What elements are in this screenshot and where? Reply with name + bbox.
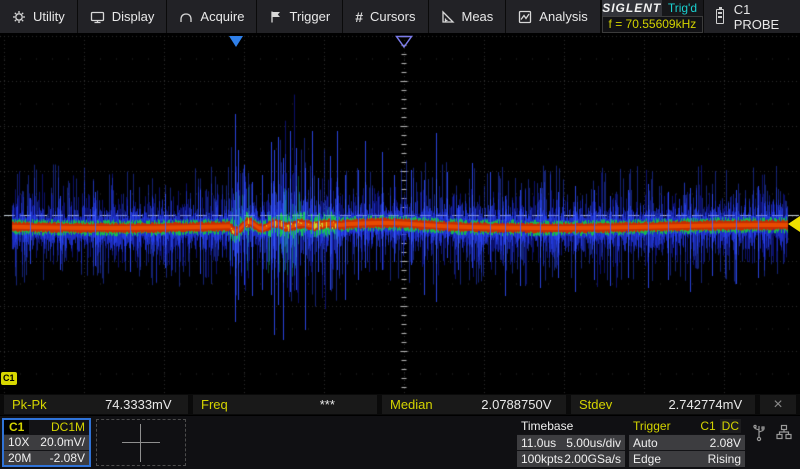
gear-icon bbox=[12, 10, 26, 24]
timebase-points: 100kpts bbox=[521, 452, 563, 466]
menu-trigger-label: Trigger bbox=[289, 9, 330, 24]
menu-analysis-label: Analysis bbox=[539, 9, 587, 24]
menu-analysis[interactable]: Analysis bbox=[506, 0, 600, 33]
timebase-panel[interactable]: Timebase 11.0us 5.00us/div 100kpts 2.00G… bbox=[517, 418, 625, 467]
menu-display[interactable]: Display bbox=[78, 0, 168, 33]
menu-cursors-label: Cursors bbox=[370, 9, 416, 24]
timebase-delay: 11.0us bbox=[521, 436, 556, 450]
channel1-panel[interactable]: C1 DC1M 10X 20.0mV/ 20M -2.08V bbox=[2, 418, 91, 467]
waveform-display[interactable] bbox=[0, 33, 800, 395]
plus-icon bbox=[122, 424, 160, 462]
timebase-scale: 5.00us/div bbox=[566, 436, 621, 450]
timebase-title: Timebase bbox=[521, 419, 573, 433]
channel-name: C1 bbox=[4, 420, 29, 434]
oscilloscope-screen: Utility Display Acquire Trigger # Cursor… bbox=[0, 0, 800, 469]
trigger-position-marker[interactable] bbox=[229, 36, 243, 47]
measurement-pkpk[interactable]: Pk-Pk 74.3333mV bbox=[4, 395, 188, 414]
menu-acquire-label: Acquire bbox=[200, 9, 244, 24]
flag-icon bbox=[269, 10, 282, 24]
measurement-stdev[interactable]: Stdev 2.742774mV bbox=[571, 395, 755, 414]
bottom-status-bar: C1 DC1M 10X 20.0mV/ 20M -2.08V Timebase … bbox=[0, 416, 800, 469]
top-menu-bar: Utility Display Acquire Trigger # Cursor… bbox=[0, 0, 800, 33]
measurement-label: Median bbox=[382, 395, 467, 414]
trigger-panel[interactable]: Trigger C1 DC Auto 2.08V Edge Rising bbox=[629, 418, 745, 467]
battery-icon bbox=[716, 9, 724, 24]
lan-icon[interactable] bbox=[776, 424, 792, 440]
measurement-value: 2.0788750V bbox=[467, 395, 566, 414]
trigger-coupling: DC bbox=[720, 419, 741, 433]
add-channel-button[interactable] bbox=[96, 419, 186, 466]
probe-menu[interactable]: C1 PROBE bbox=[703, 0, 800, 33]
menu-utility-label: Utility bbox=[33, 9, 65, 24]
trigger-level: 2.08V bbox=[710, 436, 741, 450]
acquire-icon bbox=[179, 10, 193, 24]
channel-offset-marker[interactable]: C1 bbox=[1, 372, 17, 385]
timebase-sample-rate: 2.00GSa/s bbox=[564, 452, 621, 466]
channel-attenuation: 10X bbox=[8, 435, 29, 449]
menu-trigger[interactable]: Trigger bbox=[257, 0, 343, 33]
measurement-value: 74.3333mV bbox=[89, 395, 188, 414]
menu-meas[interactable]: Meas bbox=[429, 0, 507, 33]
menu-meas-label: Meas bbox=[462, 9, 494, 24]
channel-coupling: DC1M bbox=[51, 420, 89, 434]
close-measurements-button[interactable]: × bbox=[760, 395, 796, 414]
cursors-icon: # bbox=[355, 9, 363, 25]
usb-icon[interactable] bbox=[752, 424, 766, 442]
trigger-type: Edge bbox=[633, 452, 661, 466]
measurement-freq[interactable]: Freq *** bbox=[193, 395, 377, 414]
siglent-logo: SIGLENT bbox=[602, 0, 662, 16]
measurement-label: Freq bbox=[193, 395, 278, 414]
analysis-icon bbox=[518, 10, 532, 24]
menu-cursors[interactable]: # Cursors bbox=[343, 0, 428, 33]
trigger-source: C1 bbox=[700, 419, 715, 433]
measurement-bar: Pk-Pk 74.3333mV Freq *** Median 2.078875… bbox=[0, 394, 800, 415]
channel-volts-div: 20.0mV/ bbox=[40, 435, 85, 449]
close-icon: × bbox=[773, 396, 782, 414]
menu-acquire[interactable]: Acquire bbox=[167, 0, 257, 33]
ruler-icon bbox=[441, 10, 455, 24]
channel-bandwidth: 20M bbox=[8, 451, 31, 465]
menu-utility[interactable]: Utility bbox=[0, 0, 78, 33]
horizontal-reference-marker[interactable] bbox=[395, 35, 413, 49]
measurement-value: *** bbox=[278, 395, 377, 414]
trigger-title: Trigger bbox=[633, 419, 671, 433]
monitor-icon bbox=[90, 10, 105, 24]
measurement-median[interactable]: Median 2.0788750V bbox=[382, 395, 566, 414]
probe-label: C1 PROBE bbox=[734, 2, 786, 32]
brand-status-block: SIGLENT Trig'd f = 70.55609kHz bbox=[601, 0, 703, 33]
measurement-label: Stdev bbox=[571, 395, 656, 414]
frequency-readout: f = 70.55609kHz bbox=[602, 16, 703, 34]
measurement-label: Pk-Pk bbox=[4, 395, 89, 414]
channel-offset: -2.08V bbox=[50, 451, 85, 465]
trigger-slope: Rising bbox=[708, 452, 741, 466]
menu-display-label: Display bbox=[112, 9, 155, 24]
trigger-mode: Auto bbox=[633, 436, 658, 450]
measurement-value: 2.742774mV bbox=[656, 395, 755, 414]
trigger-status: Trig'd bbox=[662, 0, 703, 16]
trigger-level-marker[interactable] bbox=[788, 216, 800, 232]
